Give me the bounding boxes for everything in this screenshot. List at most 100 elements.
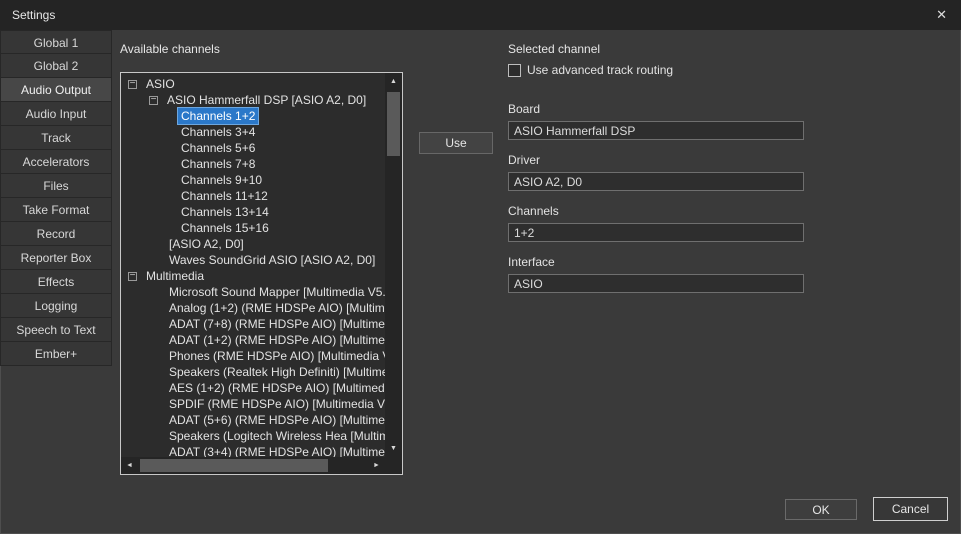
tree-item-waves-soundgrid-asio-asio-a2-d0[interactable]: Waves SoundGrid ASIO [ASIO A2, D0] xyxy=(121,252,385,268)
field-label-driver: Driver xyxy=(508,153,804,167)
tree-item-asio-hammerfall-dsp-asio-a2-d0[interactable]: −ASIO Hammerfall DSP [ASIO A2, D0] xyxy=(121,92,385,108)
tree-item-label: Channels 1+2 xyxy=(178,108,258,124)
tree-item-spdif-rme-hdspe-aio-multimedia-v10-0[interactable]: SPDIF (RME HDSPe AIO) [Multimedia V10.0] xyxy=(121,396,385,412)
field-label-interface: Interface xyxy=(508,255,804,269)
tree-item-label: ADAT (1+2) (RME HDSPe AIO) [Multimedia V xyxy=(166,332,385,348)
sidebar-item-audio-input[interactable]: Audio Input xyxy=(0,102,112,126)
tree-item-microsoft-sound-mapper-multimedia-v5-0[interactable]: Microsoft Sound Mapper [Multimedia V5.0 xyxy=(121,284,385,300)
channel-fields: Board Driver Channels Interface xyxy=(508,102,804,293)
field-group-board: Board xyxy=(508,102,804,140)
horizontal-scroll-thumb[interactable] xyxy=(140,459,328,472)
tree-item-speakers-realtek-high-definiti-multimedi[interactable]: Speakers (Realtek High Definiti) [Multim… xyxy=(121,364,385,380)
channel-tree: −ASIO−ASIO Hammerfall DSP [ASIO A2, D0]C… xyxy=(121,73,385,457)
tree-item-label: ADAT (3+4) (RME HDSPe AIO) [Multimedia xyxy=(166,444,385,457)
selected-channel-label: Selected channel xyxy=(508,42,804,56)
sidebar-item-accelerators[interactable]: Accelerators xyxy=(0,150,112,174)
channel-listbox: −ASIO−ASIO Hammerfall DSP [ASIO A2, D0]C… xyxy=(120,72,403,475)
tree-item-multimedia[interactable]: −Multimedia xyxy=(121,268,385,284)
field-group-channels: Channels xyxy=(508,204,804,242)
sidebar-item-record[interactable]: Record xyxy=(0,222,112,246)
collapse-icon[interactable]: − xyxy=(128,272,137,281)
advanced-routing-checkbox[interactable] xyxy=(508,64,521,77)
tree-item-label: ASIO xyxy=(143,76,178,92)
close-icon[interactable]: ✕ xyxy=(934,7,949,23)
sidebar-item-logging[interactable]: Logging xyxy=(0,294,112,318)
tree-item-label: ADAT (7+8) (RME HDSPe AIO) [Multimedia V xyxy=(166,316,385,332)
sidebar-item-effects[interactable]: Effects xyxy=(0,270,112,294)
tree-item-aes-1-2-rme-hdspe-aio-multimedia-v1[interactable]: AES (1+2) (RME HDSPe AIO) [Multimedia V1 xyxy=(121,380,385,396)
tree-item-adat-7-8-rme-hdspe-aio-multimedia-v[interactable]: ADAT (7+8) (RME HDSPe AIO) [Multimedia V xyxy=(121,316,385,332)
tree-item-adat-5-6-rme-hdspe-aio-multimedia-v[interactable]: ADAT (5+6) (RME HDSPe AIO) [Multimedia V xyxy=(121,412,385,428)
sidebar-item-ember[interactable]: Ember+ xyxy=(0,342,112,366)
advanced-routing-checkbox-row[interactable]: Use advanced track routing xyxy=(508,63,804,77)
tree-item-speakers-logitech-wireless-hea-multimed[interactable]: Speakers (Logitech Wireless Hea [Multime… xyxy=(121,428,385,444)
tree-item-channels-11-12[interactable]: Channels 11+12 xyxy=(121,188,385,204)
scroll-up-icon[interactable]: ▲ xyxy=(385,73,402,90)
ok-button[interactable]: OK xyxy=(785,499,857,520)
settings-window: Settings ✕ Global 1Global 2Audio OutputA… xyxy=(0,0,961,534)
tree-item-asio-a2-d0[interactable]: [ASIO A2, D0] xyxy=(121,236,385,252)
sidebar-item-audio-output[interactable]: Audio Output xyxy=(0,78,112,102)
field-input-interface[interactable] xyxy=(508,274,804,293)
tree-item-channels-3-4[interactable]: Channels 3+4 xyxy=(121,124,385,140)
sidebar-item-take-format[interactable]: Take Format xyxy=(0,198,112,222)
field-group-driver: Driver xyxy=(508,153,804,191)
vertical-scroll-thumb[interactable] xyxy=(387,92,400,156)
sidebar-item-files[interactable]: Files xyxy=(0,174,112,198)
tree-item-label: Channels 11+12 xyxy=(178,188,271,204)
tree-item-label: ADAT (5+6) (RME HDSPe AIO) [Multimedia V xyxy=(166,412,385,428)
tree-item-label: Channels 7+8 xyxy=(178,156,258,172)
tree-item-analog-1-2-rme-hdspe-aio-multimedia[interactable]: Analog (1+2) (RME HDSPe AIO) [Multimedia xyxy=(121,300,385,316)
tree-item-label: Channels 15+16 xyxy=(178,220,272,236)
selected-channel-panel: Selected channel Use advanced track rout… xyxy=(508,42,804,306)
tree-item-label: Multimedia xyxy=(143,268,207,284)
advanced-routing-label: Use advanced track routing xyxy=(527,63,673,77)
tree-item-label: Waves SoundGrid ASIO [ASIO A2, D0] xyxy=(166,252,378,268)
available-channels-label: Available channels xyxy=(120,42,220,56)
sidebar-item-track[interactable]: Track xyxy=(0,126,112,150)
field-input-board[interactable] xyxy=(508,121,804,140)
collapse-icon[interactable]: − xyxy=(128,80,137,89)
sidebar-item-speech-to-text[interactable]: Speech to Text xyxy=(0,318,112,342)
tree-item-label: Speakers (Logitech Wireless Hea [Multime… xyxy=(166,428,385,444)
sidebar-item-global-1[interactable]: Global 1 xyxy=(0,30,112,54)
tree-item-label: Channels 13+14 xyxy=(178,204,272,220)
cancel-button[interactable]: Cancel xyxy=(873,497,948,521)
field-label-channels: Channels xyxy=(508,204,804,218)
tree-item-adat-1-2-rme-hdspe-aio-multimedia-v[interactable]: ADAT (1+2) (RME HDSPe AIO) [Multimedia V xyxy=(121,332,385,348)
tree-item-label: [ASIO A2, D0] xyxy=(166,236,247,252)
tree-item-label: Channels 9+10 xyxy=(178,172,265,188)
sidebar: Global 1Global 2Audio OutputAudio InputT… xyxy=(0,30,112,366)
use-button[interactable]: Use xyxy=(419,132,493,154)
scroll-left-icon[interactable]: ◄ xyxy=(121,457,138,474)
tree-item-label: AES (1+2) (RME HDSPe AIO) [Multimedia V1 xyxy=(166,380,385,396)
tree-item-channels-15-16[interactable]: Channels 15+16 xyxy=(121,220,385,236)
tree-item-label: Speakers (Realtek High Definiti) [Multim… xyxy=(166,364,385,380)
tree-item-channels-9-10[interactable]: Channels 9+10 xyxy=(121,172,385,188)
field-input-channels[interactable] xyxy=(508,223,804,242)
tree-item-label: Channels 5+6 xyxy=(178,140,258,156)
collapse-icon[interactable]: − xyxy=(149,96,158,105)
tree-item-label: Phones (RME HDSPe AIO) [Multimedia V10. xyxy=(166,348,385,364)
tree-item-asio[interactable]: −ASIO xyxy=(121,76,385,92)
sidebar-item-reporter-box[interactable]: Reporter Box xyxy=(0,246,112,270)
horizontal-scrollbar[interactable]: ◄ ► xyxy=(121,457,385,474)
window-title: Settings xyxy=(12,8,55,22)
tree-item-label: Analog (1+2) (RME HDSPe AIO) [Multimedia xyxy=(166,300,385,316)
scroll-down-icon[interactable]: ▼ xyxy=(385,440,402,457)
title-bar: Settings ✕ xyxy=(0,0,961,30)
tree-item-label: SPDIF (RME HDSPe AIO) [Multimedia V10.0] xyxy=(166,396,385,412)
tree-item-channels-5-6[interactable]: Channels 5+6 xyxy=(121,140,385,156)
vertical-scrollbar[interactable]: ▲ ▼ xyxy=(385,73,402,457)
field-input-driver[interactable] xyxy=(508,172,804,191)
scroll-right-icon[interactable]: ► xyxy=(368,457,385,474)
tree-item-channels-7-8[interactable]: Channels 7+8 xyxy=(121,156,385,172)
tree-item-channels-1-2[interactable]: Channels 1+2 xyxy=(121,108,385,124)
tree-item-label: ASIO Hammerfall DSP [ASIO A2, D0] xyxy=(164,92,369,108)
field-label-board: Board xyxy=(508,102,804,116)
tree-item-phones-rme-hdspe-aio-multimedia-v10[interactable]: Phones (RME HDSPe AIO) [Multimedia V10. xyxy=(121,348,385,364)
field-group-interface: Interface xyxy=(508,255,804,293)
tree-item-adat-3-4-rme-hdspe-aio-multimedia[interactable]: ADAT (3+4) (RME HDSPe AIO) [Multimedia xyxy=(121,444,385,457)
tree-item-channels-13-14[interactable]: Channels 13+14 xyxy=(121,204,385,220)
sidebar-item-global-2[interactable]: Global 2 xyxy=(0,54,112,78)
